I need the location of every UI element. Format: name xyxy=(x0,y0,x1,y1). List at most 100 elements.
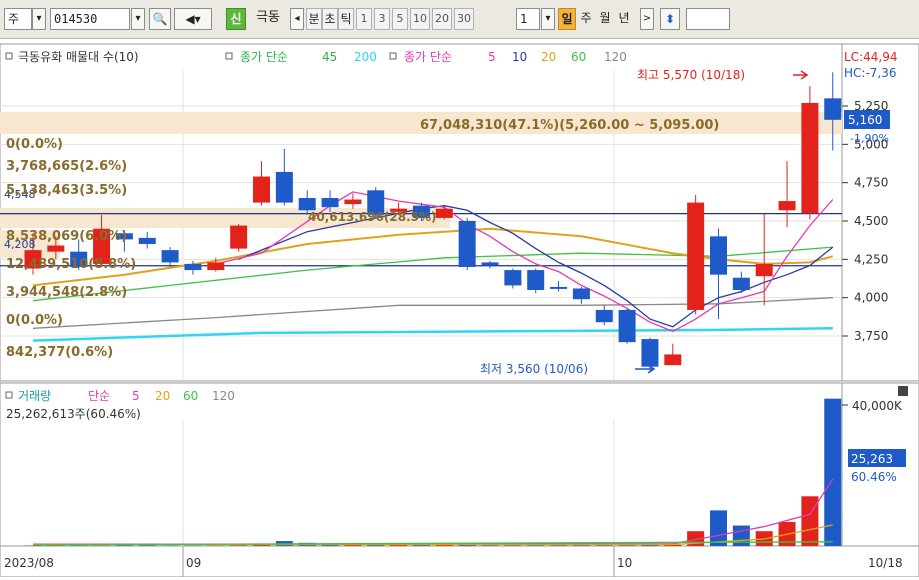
volume-legend-120: 120 xyxy=(212,389,235,403)
candle-body xyxy=(824,98,841,119)
price-tick-label: 3,750 xyxy=(854,329,888,343)
volume-legend-main: 거래량 xyxy=(18,389,51,403)
volume-bar xyxy=(504,545,521,546)
period-3[interactable]: 3 xyxy=(374,8,390,30)
legend-g1-45: 45 xyxy=(322,50,337,64)
volume-profile-label: 5,138,463(3.5%) xyxy=(6,183,127,198)
candle-body xyxy=(276,172,293,203)
volume-bar xyxy=(482,545,499,546)
price-tick-label: 4,500 xyxy=(854,214,888,228)
unit-day[interactable]: 일 xyxy=(558,8,576,30)
period-10[interactable]: 10 xyxy=(410,8,430,30)
interval-dropdown-icon[interactable]: ▾ xyxy=(541,8,555,30)
period-30[interactable]: 30 xyxy=(454,8,474,30)
candle-body xyxy=(801,103,818,213)
price-tick-label: 4,000 xyxy=(854,291,888,305)
volume-last: 25,263 xyxy=(851,452,893,466)
volume-legend-60: 60 xyxy=(183,389,198,403)
candle-body xyxy=(733,278,750,290)
unit-month[interactable]: 월 xyxy=(596,8,614,30)
sort-icon[interactable]: ⬍ xyxy=(660,8,680,30)
volume-bar xyxy=(139,545,156,546)
candle-body xyxy=(504,270,521,285)
candle-body xyxy=(596,310,613,322)
candle-body xyxy=(459,221,476,267)
x-label-10: 10 xyxy=(617,556,632,570)
candle-body xyxy=(710,236,727,274)
candle-body xyxy=(253,177,270,203)
lc-label: LC:44,94 xyxy=(844,50,897,64)
period-tick[interactable]: 틱 xyxy=(338,8,354,30)
candle-body xyxy=(619,310,636,342)
extra-input[interactable] xyxy=(686,8,730,30)
volume-profile-label: 0(0.0%) xyxy=(6,313,63,328)
volume-profile-label: 3,768,665(2.6%) xyxy=(6,159,127,174)
candle-body xyxy=(779,201,796,210)
low-annotation: 최저 3,560 (10/06) xyxy=(480,362,588,376)
candle-body xyxy=(139,238,156,244)
period-1[interactable]: 1 xyxy=(356,8,372,30)
price-tick-label: 4,250 xyxy=(854,252,888,266)
prev-icon[interactable]: ◂ xyxy=(290,8,304,30)
last-price: 5,160 xyxy=(848,113,882,127)
candle-body xyxy=(436,209,453,218)
legend-g2-60: 60 xyxy=(571,50,586,64)
legend-g2-120: 120 xyxy=(604,50,627,64)
speaker-icon[interactable]: ◀▾ xyxy=(174,8,212,30)
volume-legend-20: 20 xyxy=(155,389,170,403)
candle-body xyxy=(687,203,704,310)
candle-body xyxy=(207,262,224,270)
next-icon[interactable]: > xyxy=(640,8,654,30)
market-select[interactable]: 주 xyxy=(4,8,32,30)
period-minute[interactable]: 분 xyxy=(306,8,322,30)
candle-body xyxy=(482,262,499,265)
volume-profile-label: 0(0.0%) xyxy=(6,137,63,152)
stock-chart: 3,7504,0004,2504,5004,7505,0005,250 극동유화… xyxy=(0,38,919,577)
candle-body xyxy=(641,339,658,367)
hc-label: HC:-7,36 xyxy=(844,66,897,80)
legend-g1-200: 200 xyxy=(354,50,377,64)
candle-body xyxy=(184,264,201,270)
legend-g2-20: 20 xyxy=(541,50,556,64)
market-dropdown-icon[interactable]: ▾ xyxy=(32,8,46,30)
candle-body xyxy=(47,246,64,252)
volume-profile-label: 12,489,510(8.8%) xyxy=(6,257,136,272)
top-volume-bin-label: 67,048,310(47.1%)(5,260.00 ~ 5,095.00) xyxy=(420,118,719,133)
candle-body xyxy=(756,264,773,276)
period-second[interactable]: 초 xyxy=(322,8,338,30)
volume-info: 25,262,613주(60.46%) xyxy=(6,407,141,421)
volume-legend-5: 5 xyxy=(132,389,140,403)
mid-volume-bin-label: 40,613,696(28.5%) xyxy=(308,210,437,224)
candle-body xyxy=(162,250,179,262)
candle-body xyxy=(299,198,316,210)
stock-code-input[interactable]: 014530 xyxy=(50,8,130,30)
volume-bar xyxy=(116,545,133,546)
volume-bar xyxy=(824,399,841,546)
volume-pct: 60.46% xyxy=(851,470,897,484)
volume-bar xyxy=(596,545,613,546)
code-dropdown-icon[interactable]: ▾ xyxy=(131,8,145,30)
volume-profile-label: 8,538,069(6.0%) xyxy=(6,229,127,244)
candle-body xyxy=(230,226,247,249)
interval-input[interactable]: 1 xyxy=(516,8,540,30)
volume-profile-label: 3,944,548(2.8%) xyxy=(6,285,127,300)
period-20[interactable]: 20 xyxy=(432,8,452,30)
unit-year[interactable]: 년 xyxy=(615,8,633,30)
unit-week[interactable]: 주 xyxy=(577,8,595,30)
panel-close-icon[interactable] xyxy=(898,386,908,396)
volume-bar xyxy=(527,545,544,546)
volume-bar xyxy=(733,526,750,546)
legend-g2-label: 종가 단순 xyxy=(404,50,452,64)
period-5[interactable]: 5 xyxy=(392,8,408,30)
high-annotation: 최고 5,570 (10/18) xyxy=(637,68,745,82)
volume-profile-label: 842,377(0.6%) xyxy=(6,345,113,360)
x-label-09: 09 xyxy=(186,556,201,570)
candle-body xyxy=(550,287,567,289)
legend-g2-10: 10 xyxy=(512,50,527,64)
candle-body xyxy=(573,288,590,299)
search-icon[interactable]: 🔍 xyxy=(149,8,171,30)
volume-bar xyxy=(801,496,818,546)
toolbar: 주 ▾ 014530 ▾ 🔍 ◀▾ 신 극동 ◂ 분 초 틱 1 3 5 10 … xyxy=(0,0,919,39)
volume-bar xyxy=(619,545,636,546)
legend-g1-label: 종가 단순 xyxy=(240,50,288,64)
